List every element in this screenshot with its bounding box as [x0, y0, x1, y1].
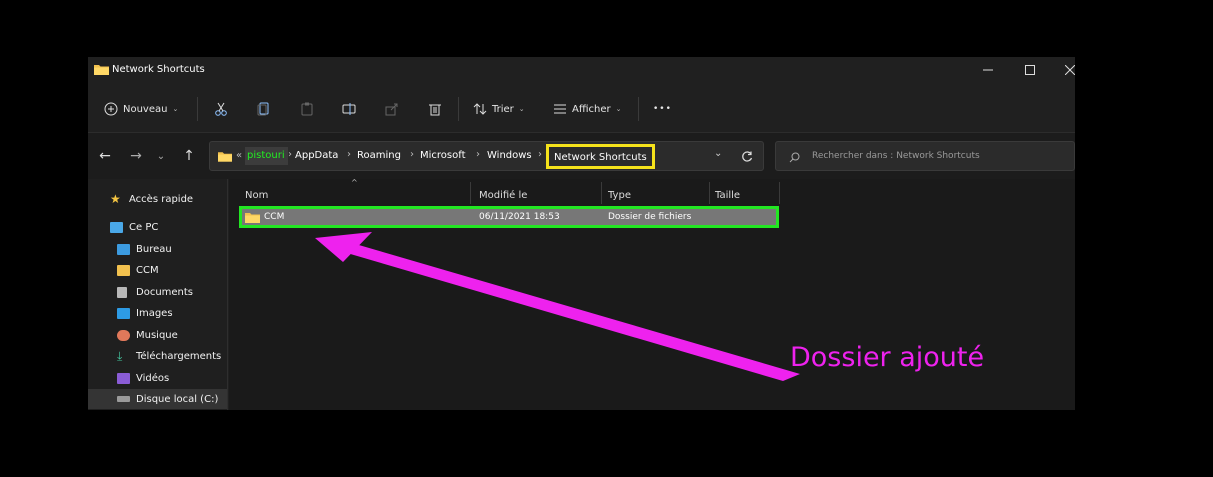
annotation-label: Dossier ajouté [790, 342, 985, 373]
annotation-arrow [315, 232, 800, 381]
